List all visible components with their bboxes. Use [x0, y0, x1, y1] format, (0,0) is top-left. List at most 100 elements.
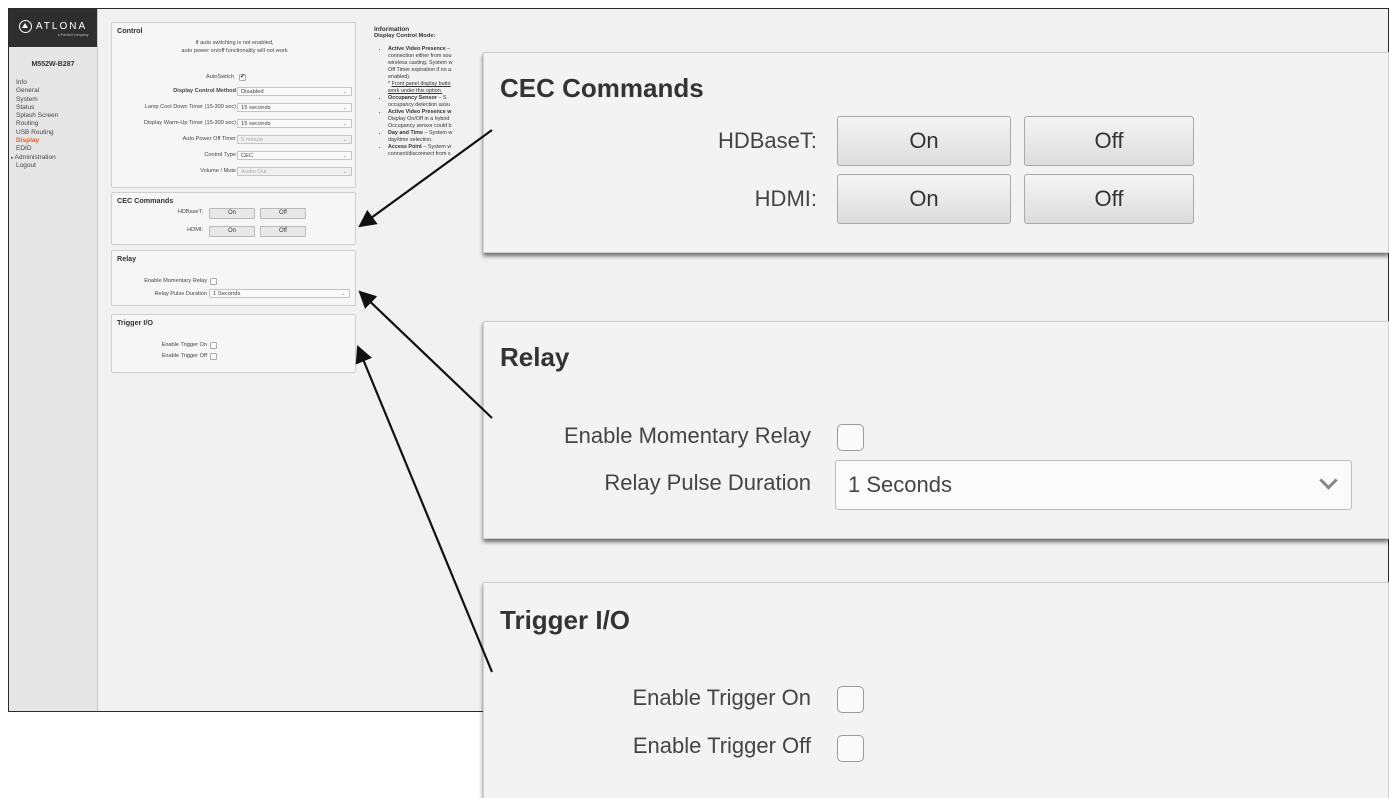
sidebar-item-logout[interactable]: Logout	[16, 162, 97, 170]
sidebar-item-usb-routing[interactable]: USB Routing	[16, 129, 97, 137]
trigger-on-checkbox[interactable]	[210, 342, 217, 349]
trigger-io-panel: Trigger I/O Enable Trigger On Enable Tri…	[111, 314, 356, 373]
sidebar-item-routing[interactable]: Routing	[16, 120, 97, 128]
cec-hdmi-off-callout-button[interactable]: Off	[1024, 174, 1194, 224]
chevron-down-icon: ⌄	[342, 89, 347, 95]
cec-hdbaset-off-button[interactable]: Off	[260, 208, 306, 219]
information-subtitle: Display Control Mode:	[374, 33, 436, 39]
information-column: Information Display Control Mode: Active…	[374, 26, 494, 158]
cec-hdmi-off-button[interactable]: Off	[260, 226, 306, 237]
cec-hdbaset-on-callout-button[interactable]: On	[837, 116, 1011, 166]
list-item: Day and Time – System w day/time selecti…	[388, 130, 494, 144]
trigger-on-callout-checkbox[interactable]	[837, 686, 864, 713]
logo-tagline: a Panduit company	[57, 32, 89, 37]
auto-power-off-label: Auto Power Off Timer	[182, 136, 236, 142]
sidebar-item-info[interactable]: Info	[16, 79, 97, 87]
sidebar-item-display[interactable]: Display	[16, 137, 97, 145]
info-item-head: Occupancy Sensor	[388, 95, 437, 101]
sidebar-nav: Info General System Status Splash Screen…	[9, 79, 97, 170]
relay-pulse-callout-value: 1 Seconds	[848, 472, 952, 497]
info-item-link[interactable]: Front panel display butto work under thi…	[388, 81, 451, 94]
trigger-on-label: Enable Trigger On	[161, 342, 207, 348]
list-item: Active Video Presence – connection eithe…	[388, 46, 494, 95]
sidebar-item-splash-screen[interactable]: Splash Screen	[16, 112, 97, 120]
cec-commands-callout: CEC Commands HDBaseT: On Off HDMI: On Of…	[483, 52, 1389, 253]
cec-hdbaset-on-button[interactable]: On	[209, 208, 255, 219]
momentary-relay-callout-checkbox[interactable]	[837, 424, 864, 451]
auto-power-off-value: 5 minute	[241, 137, 264, 143]
trigger-off-callout-checkbox[interactable]	[837, 735, 864, 762]
info-item-head: Active Video Presence w	[388, 109, 452, 115]
autoswitch-label: AutoSwitch	[206, 74, 234, 80]
relay-callout: Relay Enable Momentary Relay Relay Pulse…	[483, 321, 1389, 539]
display-control-method-value: Disabled	[241, 89, 264, 95]
cec-hdbaset-label: HDBaseT:	[177, 209, 203, 215]
cec-commands-panel: CEC Commands HDBaseT: On Off HDMI: On Of…	[111, 192, 356, 245]
cec-hdbaset-off-callout-button[interactable]: Off	[1024, 116, 1194, 166]
relay-pulse-select[interactable]: 1 Seconds ⌄	[209, 289, 350, 298]
relay-panel: Relay Enable Momentary Relay Relay Pulse…	[111, 250, 356, 306]
sidebar-item-edid[interactable]: EDID	[16, 145, 97, 153]
logo[interactable]: ATLONA a Panduit company	[9, 9, 97, 47]
control-title: Control	[117, 26, 143, 35]
chevron-down-icon	[1319, 471, 1338, 490]
info-item-text: Display On/Off in a hybrid Occupancy sen…	[388, 116, 452, 129]
sidebar-item-status[interactable]: Status	[16, 104, 97, 112]
cec-commands-callout-title: CEC Commands	[500, 73, 704, 103]
control-panel: Control If auto switching is not enabled…	[111, 22, 356, 188]
warm-up-value: 15 seconds	[241, 121, 271, 127]
relay-pulse-callout-select[interactable]: 1 Seconds	[835, 460, 1352, 510]
lamp-cool-down-select[interactable]: 15 seconds ⌄	[237, 103, 352, 112]
chevron-down-icon: ⌄	[342, 137, 347, 143]
momentary-relay-callout-label: Enable Momentary Relay	[563, 423, 811, 448]
sidebar-item-administration[interactable]: Administration	[11, 154, 97, 162]
control-type-value: CEC	[241, 153, 254, 159]
trigger-off-label: Enable Trigger Off	[161, 353, 207, 359]
relay-pulse-callout-label: Relay Pulse Duration	[604, 470, 811, 495]
chevron-down-icon: ⌄	[340, 291, 345, 297]
device-model: M552W-B287	[31, 61, 75, 68]
trigger-io-callout: Trigger I/O Enable Trigger On Enable Tri…	[483, 582, 1389, 798]
relay-title: Relay	[117, 254, 137, 263]
momentary-relay-checkbox[interactable]	[210, 278, 217, 285]
information-title: Information	[374, 26, 410, 33]
warm-up-select[interactable]: 15 seconds ⌄	[237, 119, 352, 128]
sidebar-item-system[interactable]: System	[16, 96, 97, 104]
cec-hdmi-callout-label: HDMI:	[754, 186, 817, 211]
info-item-head: Active Video Presence	[388, 46, 446, 52]
autoswitch-checkbox[interactable]	[239, 73, 246, 81]
chevron-down-icon: ⌄	[342, 169, 347, 175]
trigger-off-checkbox[interactable]	[210, 353, 217, 360]
chevron-down-icon: ⌄	[342, 105, 347, 111]
sidebar: ATLONA a Panduit company M552W-B287 Info…	[9, 9, 98, 711]
control-type-select[interactable]: CEC ⌄	[237, 151, 352, 160]
relay-pulse-label: Relay Pulse Duration	[154, 291, 207, 297]
logo-mark-icon	[18, 19, 32, 33]
cec-hdmi-label: HDMI:	[187, 227, 203, 233]
relay-pulse-value: 1 Seconds	[213, 291, 241, 297]
lamp-cool-down-label: Lamp Cool Down Timer (15-300 sec)	[144, 104, 236, 110]
list-item: Active Video Presence w Display On/Off i…	[388, 109, 494, 130]
trigger-io-title: Trigger I/O	[117, 318, 153, 327]
trigger-io-callout-title: Trigger I/O	[500, 605, 631, 635]
sidebar-item-general[interactable]: General	[16, 87, 97, 95]
volume-mute-value: Audio Out	[241, 169, 267, 175]
auto-power-off-select[interactable]: 5 minute ⌄	[237, 135, 352, 144]
information-list: Active Video Presence – connection eithe…	[374, 46, 494, 158]
volume-mute-select[interactable]: Audio Out ⌄	[237, 167, 352, 176]
cec-hdmi-on-button[interactable]: On	[209, 226, 255, 237]
logo-text: ATLONA	[35, 20, 88, 32]
warm-up-label: Display Warm-Up Timer (15-300 sec)	[143, 120, 236, 126]
volume-mute-label: Volume / Mute	[200, 168, 236, 174]
trigger-off-callout-label: Enable Trigger Off	[632, 733, 811, 758]
info-item-head: Access Point	[388, 144, 422, 150]
info-item-head: Day and Time	[388, 130, 423, 136]
display-control-method-select[interactable]: Disabled ⌄	[237, 87, 352, 96]
cec-hdmi-on-callout-button[interactable]: On	[837, 174, 1011, 224]
lamp-cool-down-value: 15 seconds	[241, 105, 271, 111]
control-type-label: Control Type	[204, 152, 236, 158]
display-control-method-label: Display Control Method	[173, 88, 236, 94]
cec-commands-title: CEC Commands	[117, 196, 174, 205]
momentary-relay-label: Enable Momentary Relay	[144, 278, 207, 284]
chevron-down-icon: ⌄	[342, 153, 347, 159]
